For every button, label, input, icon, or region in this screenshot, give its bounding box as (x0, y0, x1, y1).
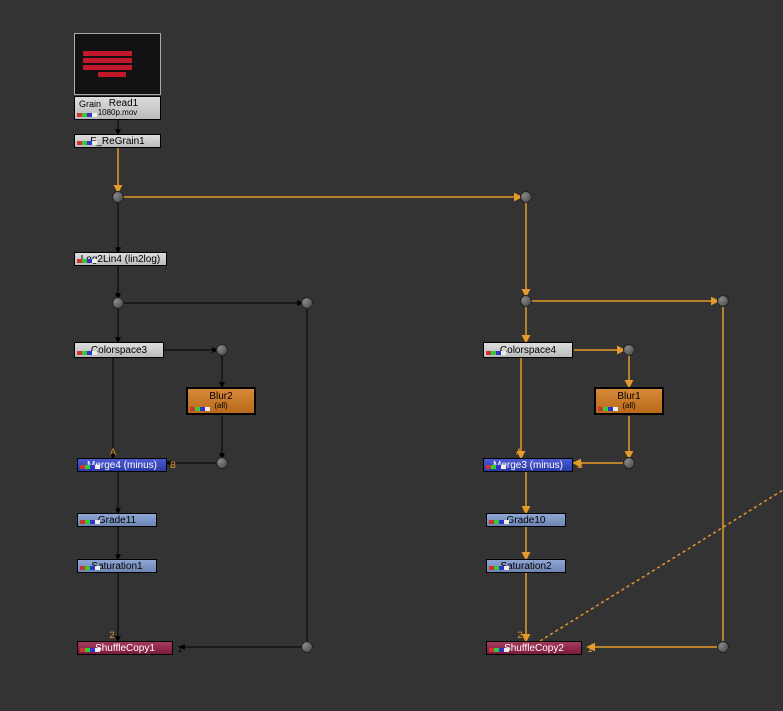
channel-chip (80, 648, 100, 653)
channel-chip (190, 407, 210, 412)
node-saturation2[interactable]: Saturation2 (486, 559, 566, 573)
node-grade11[interactable]: Grade11 (77, 513, 157, 527)
node-merge4[interactable]: Merge4 (minus) (77, 458, 167, 472)
port-label-a: A (110, 447, 116, 457)
dot-node[interactable] (112, 297, 124, 309)
channel-chip (598, 407, 618, 412)
dot-node[interactable] (112, 191, 124, 203)
channel-chip (77, 259, 97, 264)
node-grade10[interactable]: Grade10 (486, 513, 566, 527)
node-shufflecopy2[interactable]: ShuffleCopy2 (486, 641, 582, 655)
node-read1[interactable]: Grain Read1 1080p.mov (74, 96, 161, 120)
node-blur1[interactable]: Blur1 (all) (594, 387, 664, 415)
channel-chip (486, 465, 506, 470)
dot-node[interactable] (623, 457, 635, 469)
channel-chip (486, 351, 506, 356)
dot-node[interactable] (520, 295, 532, 307)
node-colorspace3[interactable]: Colorspace3 (74, 342, 164, 358)
port-label-b: B (577, 460, 583, 470)
read-thumbnail[interactable] (74, 33, 161, 95)
channel-chip (489, 648, 509, 653)
node-log2lin[interactable]: Log2Lin4 (lin2log) (74, 252, 167, 266)
port-label-a: A (516, 447, 522, 457)
node-colorspace4[interactable]: Colorspace4 (483, 342, 573, 358)
node-saturation1[interactable]: Saturation1 (77, 559, 157, 573)
dot-node[interactable] (216, 344, 228, 356)
channel-chip (77, 141, 97, 146)
node-regrain[interactable]: F_ReGrain1 (74, 134, 161, 148)
dot-node[interactable] (520, 191, 532, 203)
dot-node[interactable] (623, 344, 635, 356)
channel-chip (489, 566, 509, 571)
dot-node[interactable] (301, 641, 313, 653)
port-label-2: 2 (109, 630, 114, 640)
node-merge3[interactable]: Merge3 (minus) (483, 458, 573, 472)
node-blur2[interactable]: Blur2 (all) (186, 387, 256, 415)
dot-node[interactable] (717, 641, 729, 653)
dot-node[interactable] (216, 457, 228, 469)
dot-node[interactable] (717, 295, 729, 307)
channel-chip (77, 351, 97, 356)
port-label-2: 2 (517, 630, 522, 640)
channel-chip (489, 520, 509, 525)
port-label-1: 1 (587, 644, 592, 654)
channel-chip (80, 520, 100, 525)
channel-chip (80, 465, 100, 470)
dot-node[interactable] (301, 297, 313, 309)
node-shufflecopy1[interactable]: ShuffleCopy1 (77, 641, 173, 655)
channel-chip (77, 113, 97, 118)
channel-chip (80, 566, 100, 571)
port-label-1: 1 (177, 644, 182, 654)
port-label-b: B (170, 460, 176, 470)
